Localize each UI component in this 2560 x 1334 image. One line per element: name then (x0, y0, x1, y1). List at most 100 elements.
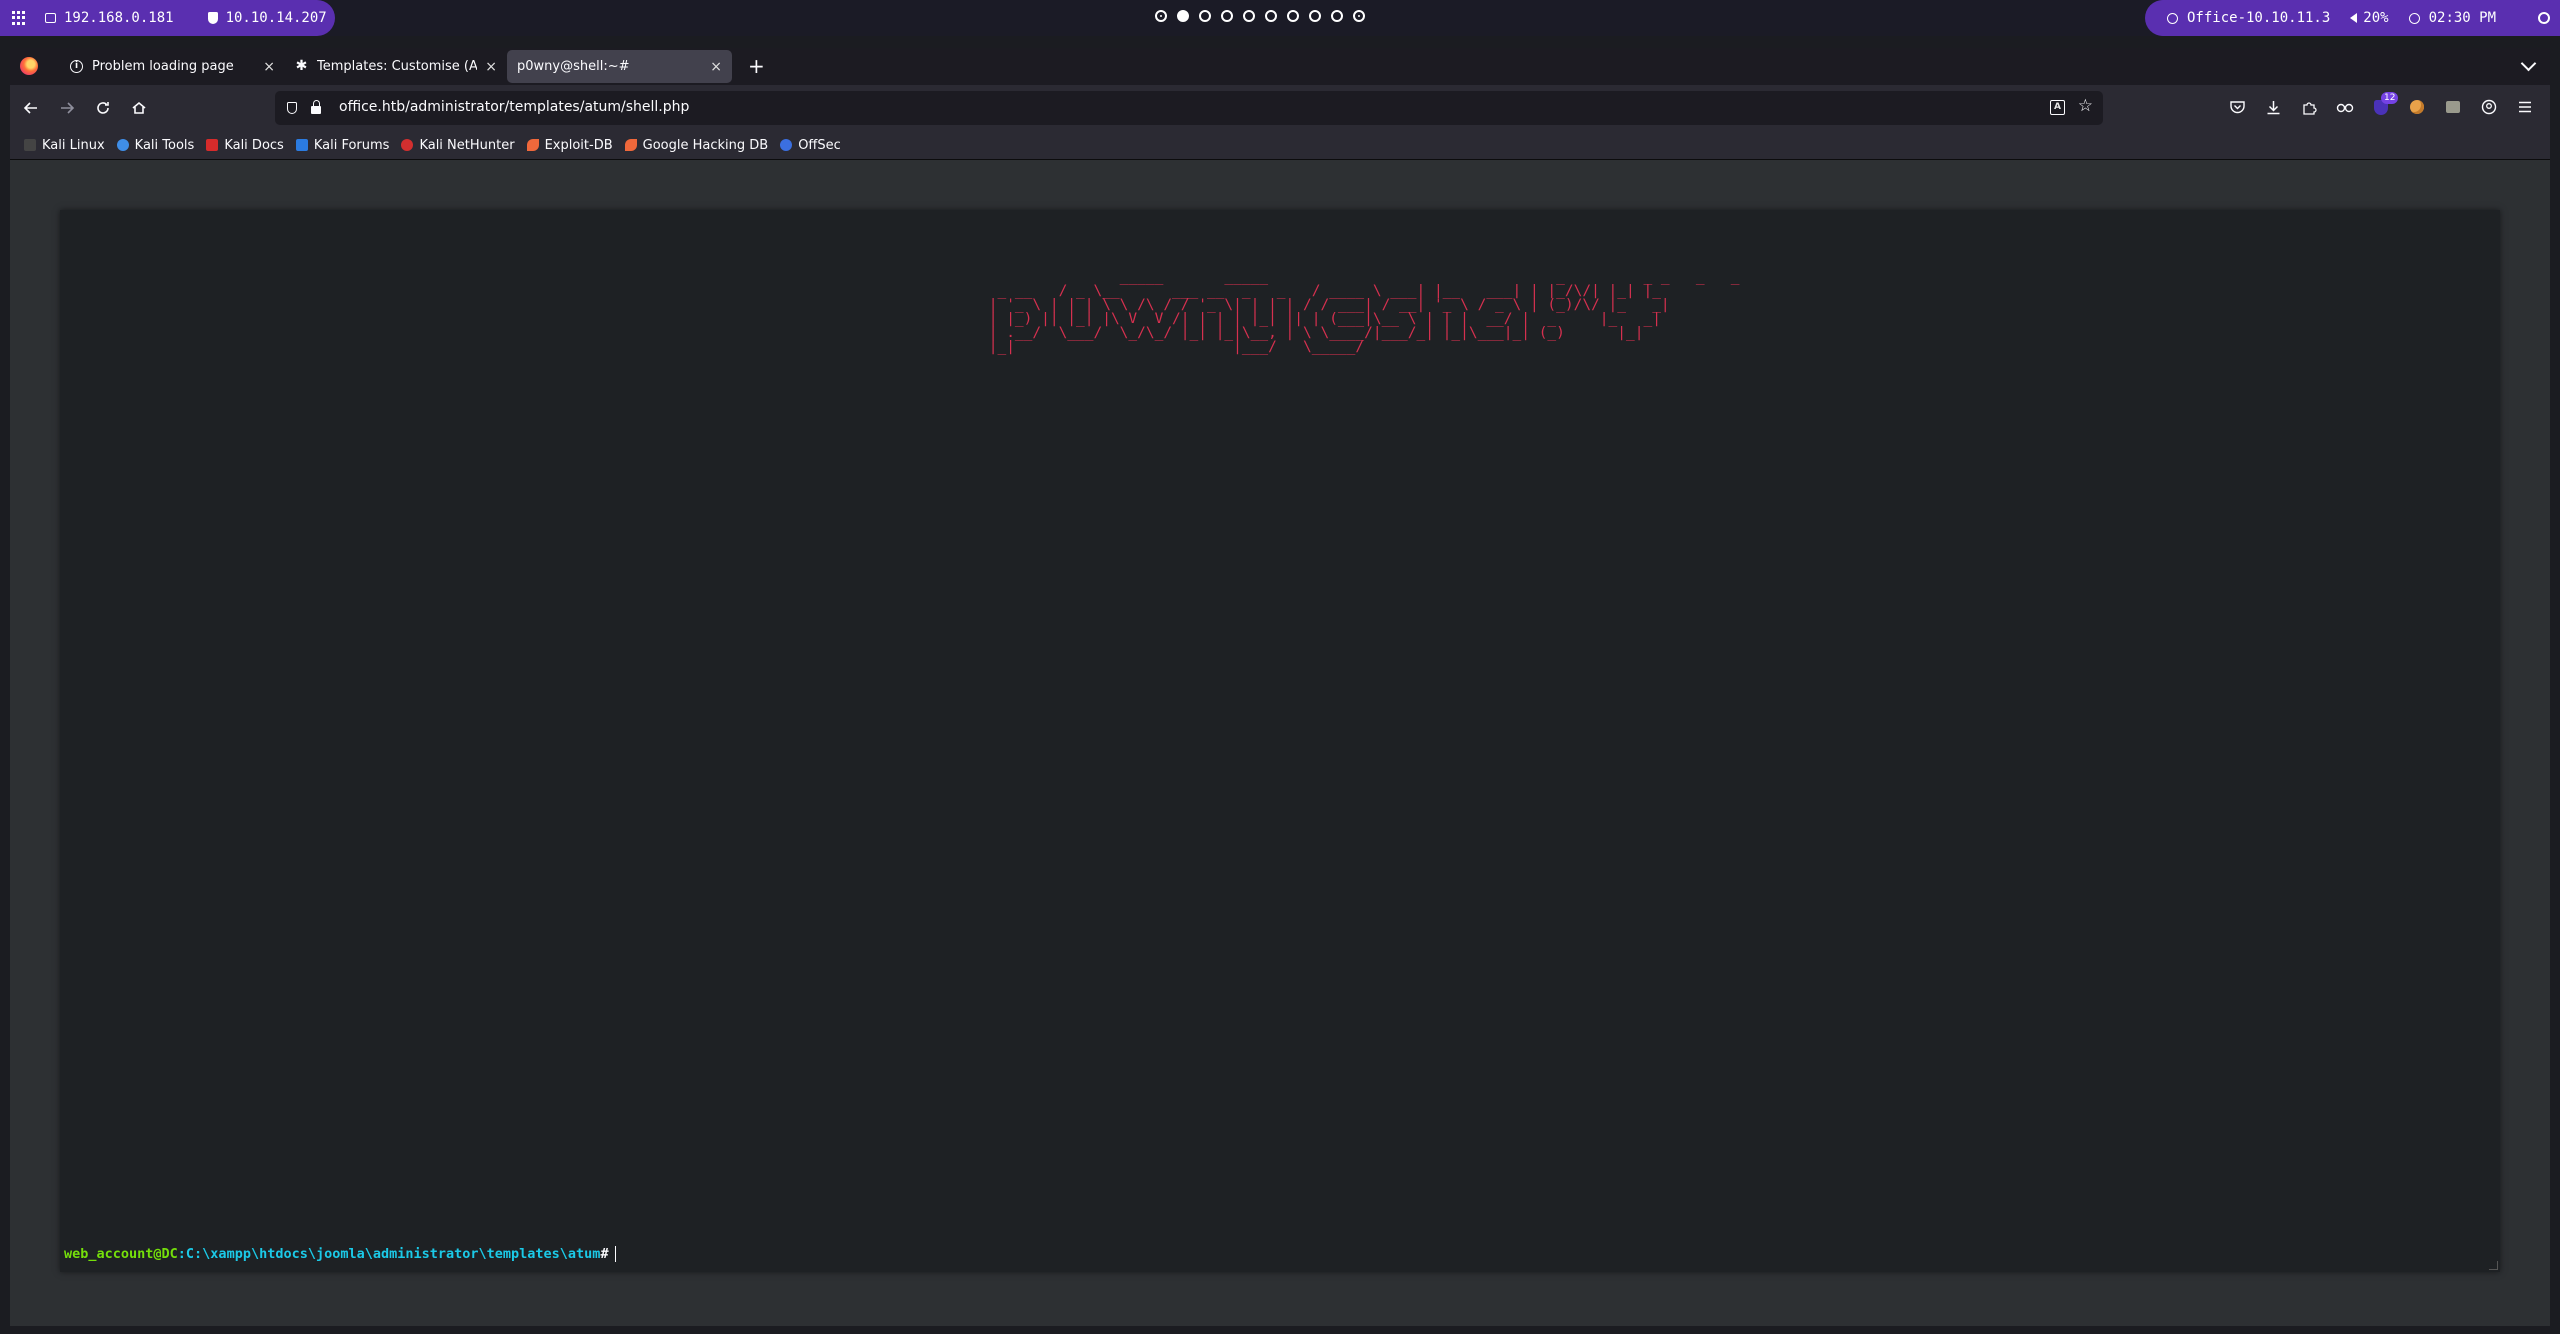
target-icon (2167, 12, 2178, 24)
power-icon[interactable] (2538, 12, 2550, 24)
command-input-cursor[interactable] (614, 1246, 616, 1262)
resize-grip-icon[interactable] (2489, 1261, 2498, 1270)
clock-text: 02:30 PM (2428, 10, 2497, 26)
prompt-symbol: # (600, 1246, 609, 1262)
joomla-icon: ✱ (295, 58, 308, 74)
workspace-4[interactable] (1221, 10, 1233, 22)
bookmark-offsec[interactable]: OffSec (780, 138, 841, 153)
tab-templates[interactable]: ✱ Templates: Customise (Atu × (285, 50, 507, 83)
extensions-puzzle-icon[interactable] (2297, 95, 2321, 119)
cookie-editor-icon[interactable] (2405, 95, 2429, 119)
foxyproxy-icon[interactable] (2333, 95, 2357, 119)
volume-icon (2350, 13, 2358, 23)
bookmark-kali-forums[interactable]: Kali Forums (295, 137, 390, 153)
pocket-icon[interactable] (2225, 95, 2249, 119)
workspace-switcher (1155, 10, 1365, 22)
volume-widget[interactable]: 20% (2350, 10, 2389, 26)
app-menu-icon[interactable] (12, 11, 25, 25)
kali-docs-icon (206, 139, 219, 151)
bookmark-label: Kali Forums (313, 137, 390, 153)
tab-close-button[interactable]: × (263, 59, 275, 75)
kali-tools-icon (116, 139, 129, 151)
tab-close-button[interactable]: × (485, 59, 497, 75)
new-tab-button[interactable]: + (748, 54, 765, 78)
wappalyzer-icon[interactable] (2441, 95, 2465, 119)
list-all-tabs-chevron-icon[interactable] (2520, 55, 2537, 72)
local-ip-widget[interactable]: 192.168.0.181 (45, 10, 174, 26)
translate-icon[interactable]: A (2050, 100, 2065, 115)
volume-text: 20% (2363, 10, 2389, 26)
home-button[interactable] (126, 95, 152, 121)
clock-icon (2408, 12, 2420, 24)
tab-title: Templates: Customise (Atu (317, 59, 478, 74)
ghdb-icon (624, 139, 637, 151)
workspace-5[interactable] (1243, 10, 1255, 22)
workspace-1[interactable] (1155, 10, 1167, 22)
shell-prompt[interactable]: web_account@DC :C:\xampp\htdocs\joomla\a… (64, 1246, 616, 1262)
url-text[interactable]: office.htb/administrator/templates/atum/… (339, 99, 689, 115)
reload-button[interactable] (90, 95, 116, 121)
home-icon (132, 101, 146, 114)
nav-bar: office.htb/administrator/templates/atum/… (10, 85, 2550, 131)
page-content: _____ _____ _ _ _ _ _ _ __ / _ \__ ___ _… (10, 160, 2550, 1326)
address-bar[interactable]: office.htb/administrator/templates/atum/… (275, 91, 2103, 125)
tracking-protection-shield-icon[interactable] (287, 102, 297, 114)
vpn-ip-widget[interactable]: 10.10.14.207 (207, 10, 327, 26)
bookmarks-toolbar: Kali Linux Kali Tools Kali Docs Kali For… (10, 131, 2550, 160)
forward-button[interactable] (54, 95, 80, 121)
downloads-icon[interactable] (2261, 95, 2285, 119)
back-button[interactable] (18, 95, 44, 121)
p0wny-shell-ascii-banner: _____ _____ _ _ _ _ _ _ __ / _ \__ ___ _… (988, 269, 1740, 355)
prompt-user-host: web_account@DC (64, 1246, 178, 1262)
kali-forums-icon (295, 139, 308, 151)
target-text: Office-10.10.11.3 (2187, 10, 2331, 26)
system-panel: 192.168.0.181 10.10.14.207 Office-10.10.… (0, 0, 2560, 36)
tab-shell[interactable]: p0wny@shell:~# × (507, 50, 732, 83)
workspace-10[interactable] (1353, 10, 1365, 22)
bookmark-star-icon[interactable]: ☆ (2078, 96, 2093, 116)
tab-problem-loading[interactable]: i Problem loading page × (60, 50, 285, 83)
firefox-icon[interactable] (20, 57, 38, 75)
workspace-6[interactable] (1265, 10, 1277, 22)
info-icon: i (70, 60, 83, 73)
local-ip-text: 192.168.0.181 (64, 10, 174, 26)
extension-badge: 12 (2381, 92, 2399, 104)
shell-terminal[interactable]: _____ _____ _ _ _ _ _ _ __ / _ \__ ___ _… (60, 210, 2500, 1272)
bookmark-kali-linux[interactable]: Kali Linux (24, 138, 105, 153)
tab-bar: i Problem loading page × ✱ Templates: Cu… (10, 48, 2550, 85)
bookmark-kali-docs[interactable]: Kali Docs (206, 138, 284, 153)
workspace-8[interactable] (1309, 10, 1321, 22)
bookmark-google-hacking-db[interactable]: Google Hacking DB (624, 138, 768, 153)
tab-title: p0wny@shell:~# (517, 59, 630, 74)
workspace-7[interactable] (1287, 10, 1299, 22)
exploit-db-icon (526, 139, 539, 151)
vpn-ip-text: 10.10.14.207 (225, 10, 327, 26)
workspace-2[interactable] (1177, 10, 1189, 22)
panel-left-group: 192.168.0.181 10.10.14.207 (0, 0, 335, 36)
arrow-right-icon (61, 102, 75, 114)
bookmark-label: Kali Docs (224, 137, 284, 153)
ublock-shield-icon[interactable]: 12 (2369, 92, 2399, 119)
workspace-3[interactable] (1199, 10, 1211, 22)
bookmark-label: Exploit-DB (544, 137, 613, 153)
kali-dragon-icon (24, 139, 36, 151)
bookmark-label: Kali Linux (42, 137, 105, 153)
bookmark-exploit-db[interactable]: Exploit-DB (526, 137, 613, 153)
clock-widget[interactable]: 02:30 PM (2408, 10, 2497, 26)
bookmark-kali-nethunter[interactable]: Kali NetHunter (401, 137, 515, 153)
nethunter-icon (401, 139, 414, 151)
bookmark-kali-tools[interactable]: Kali Tools (116, 137, 195, 153)
tab-title: Problem loading page (92, 59, 234, 74)
workspace-9[interactable] (1331, 10, 1343, 22)
account-icon[interactable] (2477, 95, 2501, 119)
reload-icon (97, 102, 109, 114)
bookmark-label: Kali NetHunter (419, 137, 515, 153)
prompt-path: :C:\xampp\htdocs\joomla\administrator\te… (177, 1246, 601, 1262)
bookmark-label: Kali Tools (134, 137, 195, 153)
monitor-icon (45, 13, 56, 23)
bookmark-label: OffSec (798, 137, 841, 153)
tab-close-button[interactable]: × (710, 59, 722, 75)
lock-icon[interactable] (311, 100, 321, 114)
target-widget[interactable]: Office-10.10.11.3 (2167, 10, 2330, 26)
hamburger-menu-icon[interactable] (2513, 95, 2537, 119)
